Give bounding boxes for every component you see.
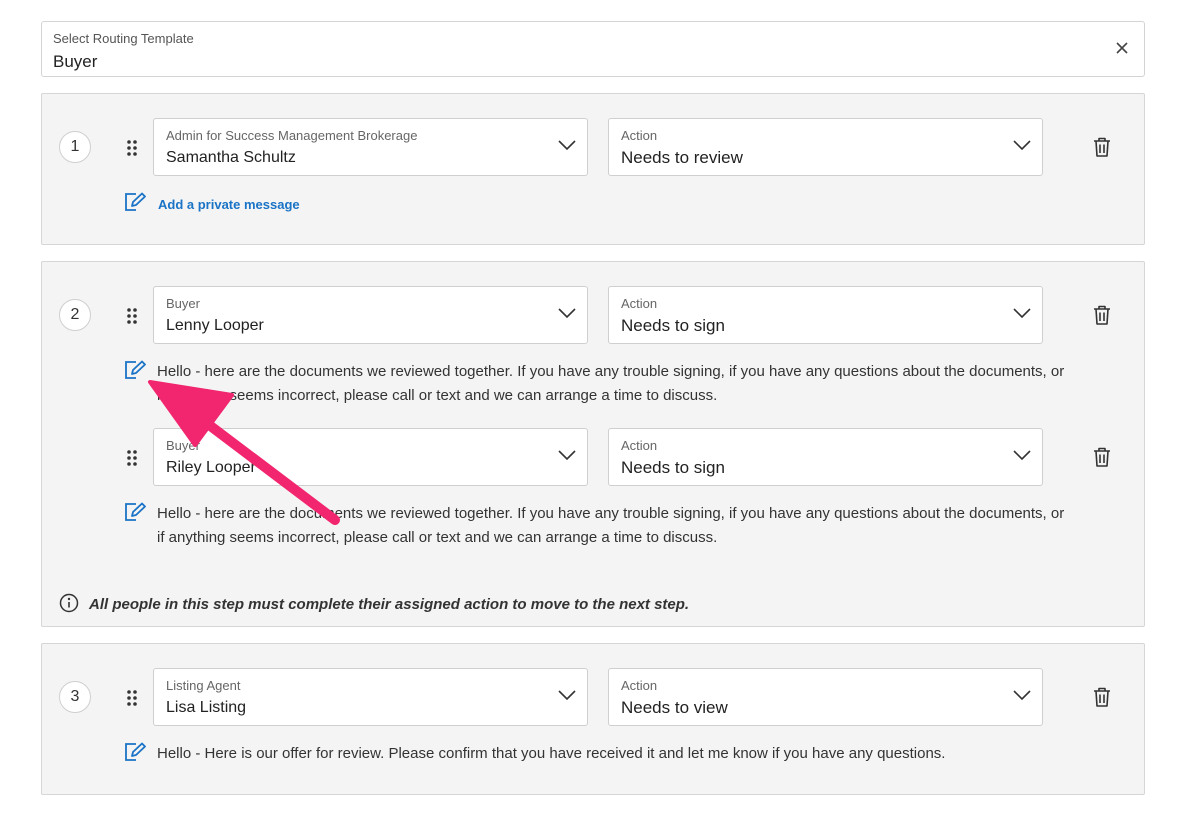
chevron-down-icon [558,140,576,151]
chevron-down-icon [1013,450,1031,461]
action-label: Action [621,678,658,693]
routing-step-2: 2 Buyer Lenny Looper Action Needs to sig… [41,261,1145,627]
recipient-select[interactable]: Buyer Riley Looper [153,428,588,486]
recipient-name: Lenny Looper [166,317,264,334]
private-message-text[interactable]: Hello - here are the documents we review… [157,360,1067,408]
step-number-badge: 1 [59,131,91,163]
drag-handle-icon[interactable] [126,307,138,325]
close-icon[interactable] [1114,40,1130,56]
recipient-role-label: Admin for Success Management Brokerage [166,128,418,143]
trash-icon[interactable] [1092,136,1112,158]
chevron-down-icon [558,690,576,701]
trash-icon[interactable] [1092,446,1112,468]
edit-message-icon[interactable] [124,192,146,212]
private-message-text[interactable]: Hello - Here is our offer for review. Pl… [157,742,1117,766]
recipient-role-label: Buyer [166,438,200,453]
routing-template-select[interactable]: Select Routing Template Buyer [41,21,1145,77]
add-private-message-link[interactable]: Add a private message [158,197,300,212]
action-value: Needs to sign [621,458,725,477]
step-number-badge: 2 [59,299,91,331]
trash-icon[interactable] [1092,304,1112,326]
action-label: Action [621,128,658,143]
routing-step-1: 1 Admin for Success Management Brokerage… [41,93,1145,245]
action-value: Needs to view [621,698,728,717]
recipient-name: Lisa Listing [166,699,247,716]
action-label: Action [621,296,658,311]
action-select[interactable]: Action Needs to review [608,118,1043,176]
step-number-badge: 3 [59,681,91,713]
drag-handle-icon[interactable] [126,139,138,157]
routing-step-3: 3 Listing Agent Lisa Listing Action Need… [41,643,1145,795]
action-label: Action [621,438,658,453]
action-value: Needs to sign [621,316,725,335]
info-icon [59,593,79,613]
recipient-select[interactable]: Listing Agent Lisa Listing [153,668,588,726]
action-value: Needs to review [621,148,743,167]
recipient-select[interactable]: Admin for Success Management Brokerage S… [153,118,588,176]
recipient-name: Riley Looper [166,459,256,476]
action-select[interactable]: Action Needs to sign [608,428,1043,486]
chevron-down-icon [558,450,576,461]
routing-template-value: Buyer [53,52,98,71]
recipient-select[interactable]: Buyer Lenny Looper [153,286,588,344]
chevron-down-icon [1013,140,1031,151]
routing-template-label: Select Routing Template [53,31,194,46]
step-info-text: All people in this step must complete th… [89,596,690,613]
drag-handle-icon[interactable] [126,449,138,467]
trash-icon[interactable] [1092,686,1112,708]
edit-message-icon[interactable] [124,742,146,762]
private-message-text[interactable]: Hello - here are the documents we review… [157,502,1067,550]
chevron-down-icon [1013,690,1031,701]
recipient-name: Samantha Schultz [166,149,296,166]
action-select[interactable]: Action Needs to sign [608,286,1043,344]
edit-message-icon[interactable] [124,360,146,380]
step-info-note: All people in this step must complete th… [59,593,689,613]
recipient-role-label: Buyer [166,296,200,311]
chevron-down-icon [1013,308,1031,319]
chevron-down-icon [558,308,576,319]
action-select[interactable]: Action Needs to view [608,668,1043,726]
drag-handle-icon[interactable] [126,689,138,707]
recipient-role-label: Listing Agent [166,678,241,693]
edit-message-icon[interactable] [124,502,146,522]
